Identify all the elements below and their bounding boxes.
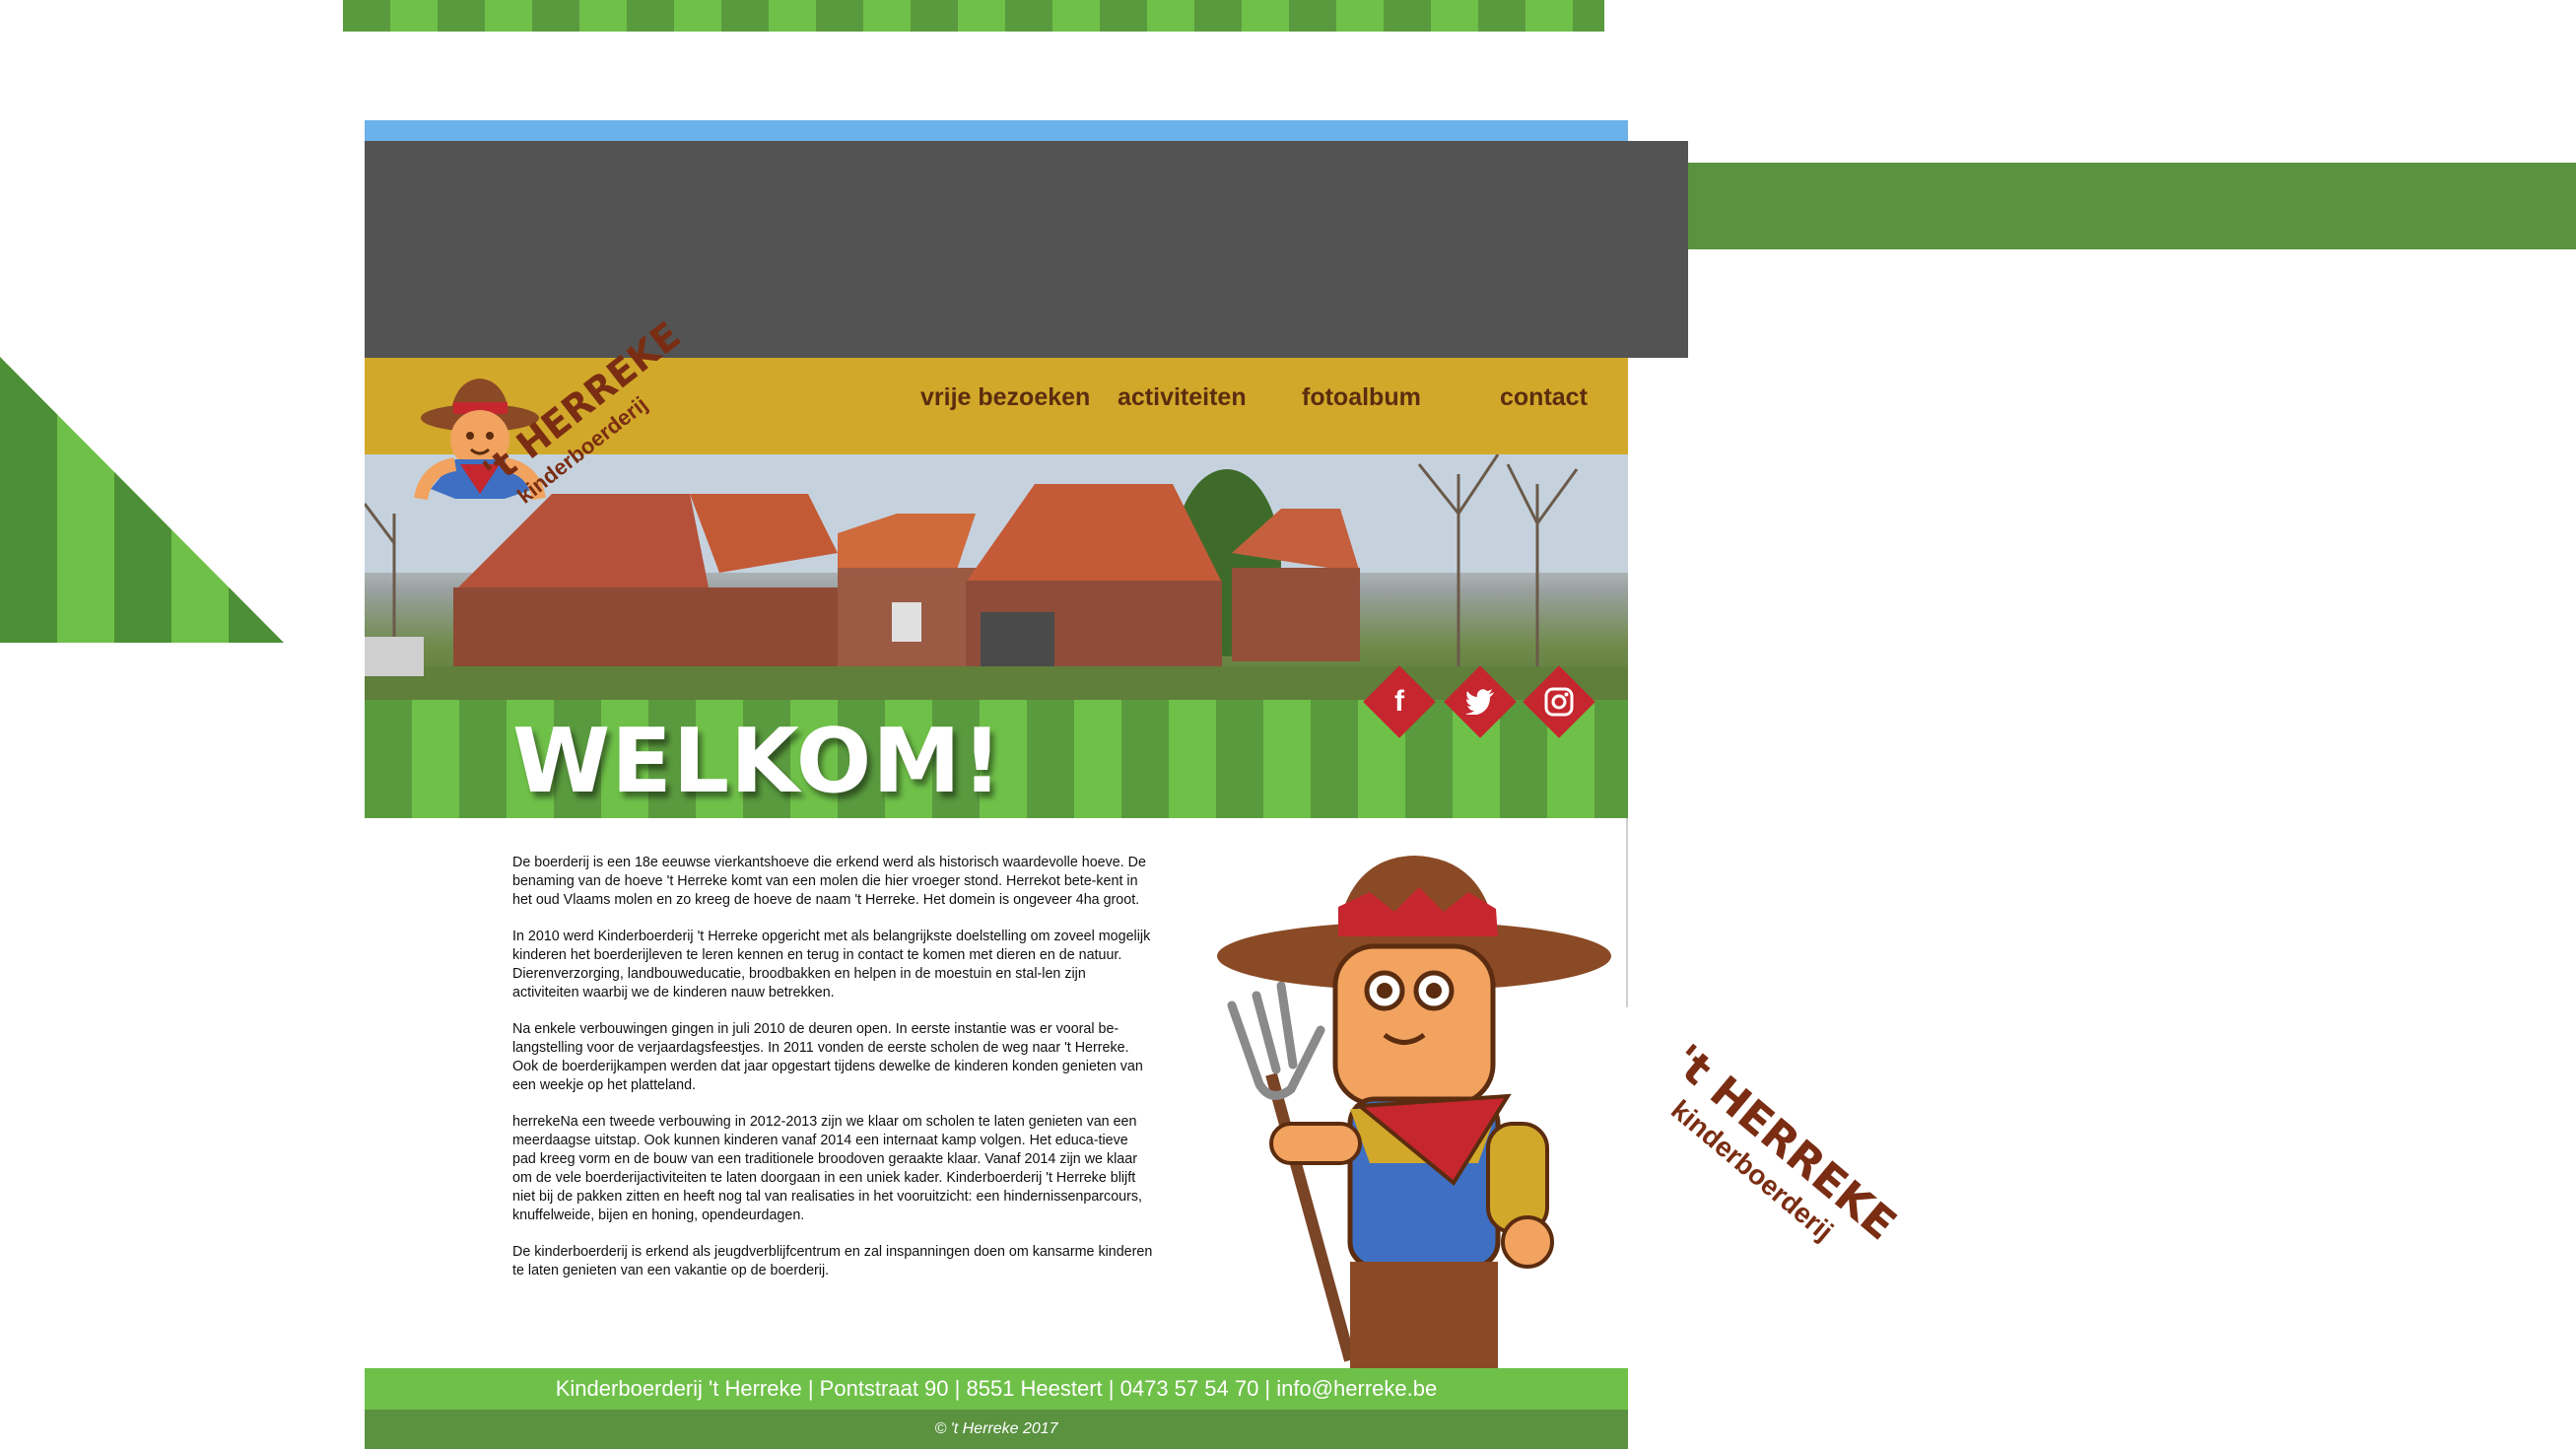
intro-paragraph: In 2010 werd Kinderboerderij 't Herreke … <box>512 929 1151 1000</box>
footer-copyright: © 't Herreke 2017 <box>365 1410 1628 1449</box>
header-placeholder-block <box>365 141 1688 358</box>
welcome-title: WELKOM! <box>512 710 1003 813</box>
site-logo[interactable]: 't HERREKE kinderboerderij <box>386 313 689 568</box>
right-green-band <box>1687 163 2576 249</box>
side-brand-logo: 't HERREKE kinderboerderij <box>1662 1035 1951 1262</box>
instagram-icon <box>1533 676 1585 727</box>
facebook-button[interactable]: f <box>1363 665 1436 738</box>
content-divider <box>1626 818 1628 1007</box>
farmer-mascot-illustration <box>1217 856 1611 1370</box>
intro-paragraph: Na enkele verbouwingen gingen in juli 20… <box>512 1021 1143 1093</box>
footer-contact-info: Kinderboerderij 't Herreke | Pontstraat … <box>365 1368 1628 1410</box>
welcome-banner: WELKOM! <box>365 700 1628 818</box>
intro-paragraph: De kinderboerderij is erkend als jeugdve… <box>512 1244 1153 1278</box>
facebook-icon: f <box>1394 685 1404 718</box>
twitter-button[interactable] <box>1444 665 1517 738</box>
top-stripe-decoration <box>343 0 1604 32</box>
instagram-button[interactable] <box>1523 665 1595 738</box>
intro-text: De boerderij is een 18e eeuwse vierkants… <box>512 854 1153 1298</box>
nav-item-fotoalbum[interactable]: fotoalbum <box>1302 383 1421 412</box>
main-content: De boerderij is een 18e eeuwse vierkants… <box>365 818 1628 1370</box>
intro-paragraph: herrekeNa een tweede verbouwing in 2012-… <box>512 1114 1142 1223</box>
left-striped-triangle <box>0 357 284 643</box>
top-blue-strip <box>365 120 1628 142</box>
nav-item-activiteiten[interactable]: activiteiten <box>1118 383 1247 412</box>
nav-item-contact[interactable]: contact <box>1500 383 1588 412</box>
twitter-icon <box>1455 676 1506 727</box>
nav-item-vrije-bezoeken[interactable]: vrije bezoeken <box>920 383 1090 412</box>
intro-paragraph: De boerderij is een 18e eeuwse vierkants… <box>512 855 1146 908</box>
